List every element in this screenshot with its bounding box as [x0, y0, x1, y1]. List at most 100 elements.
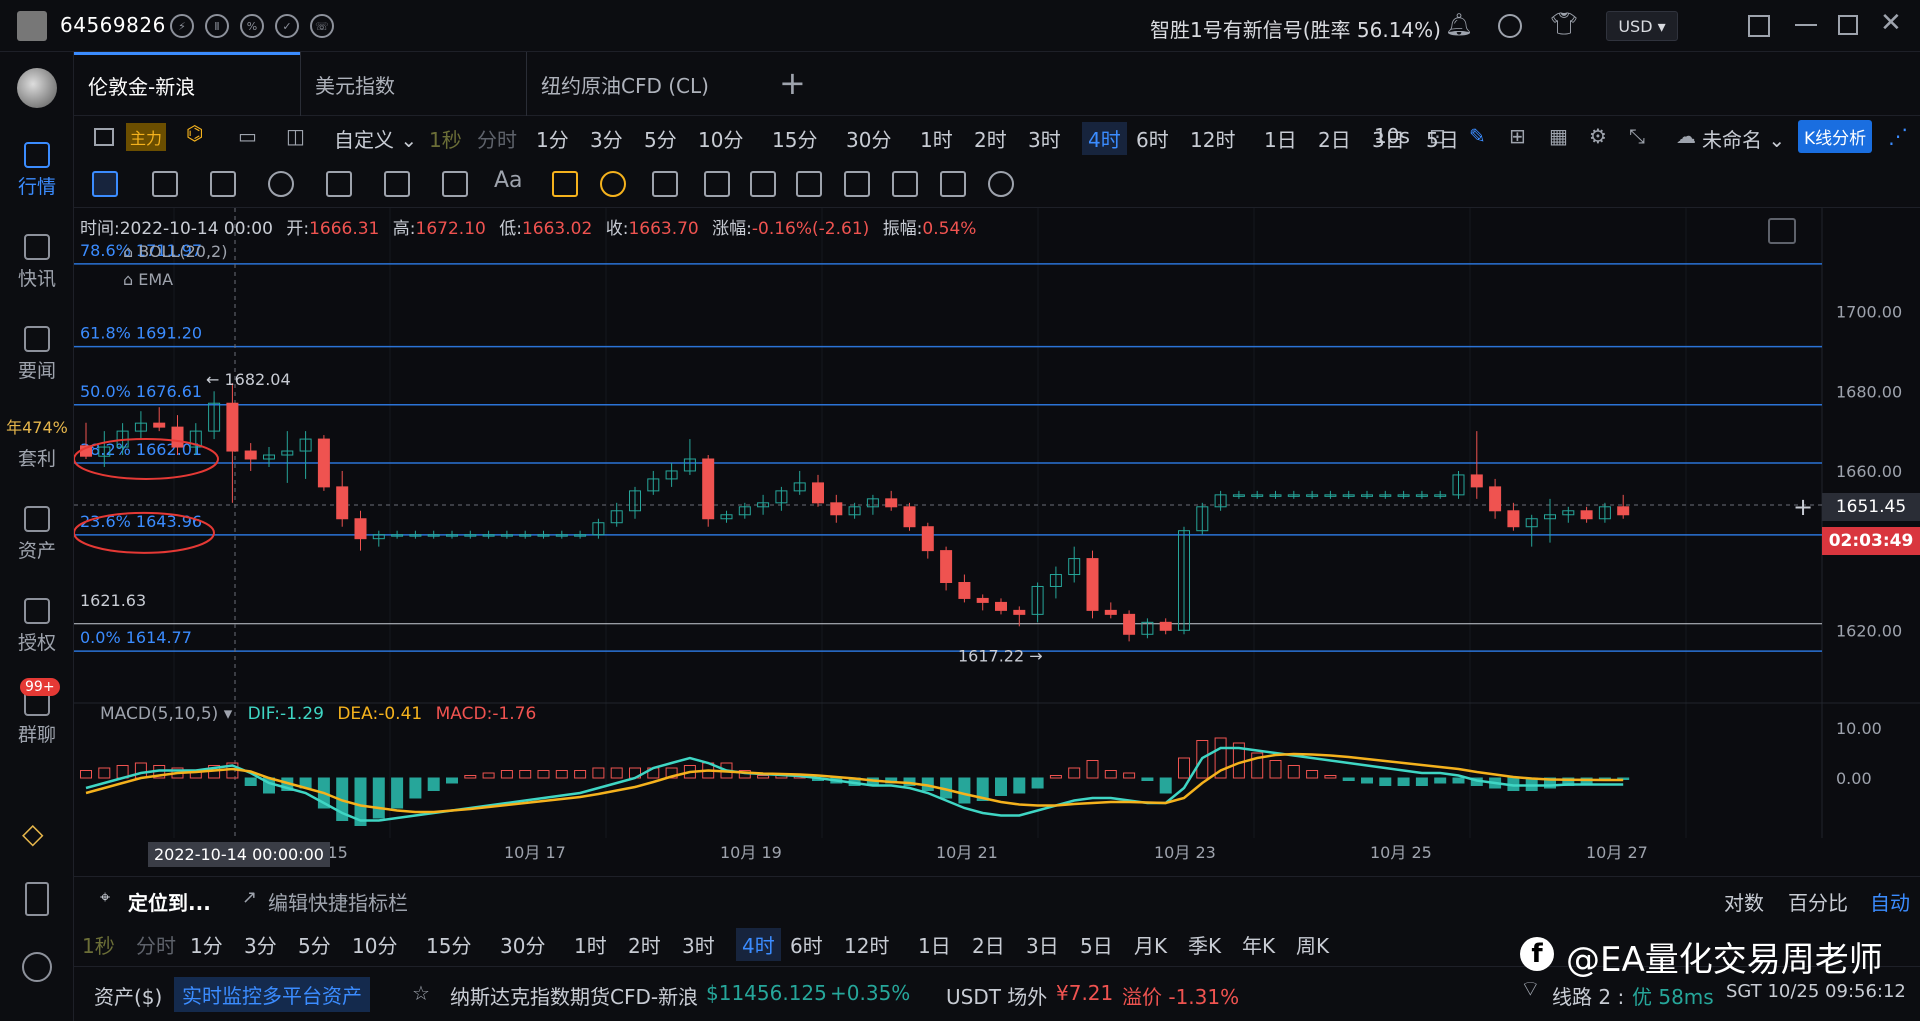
kline-analysis-button[interactable]: K线分析 [1798, 120, 1873, 153]
timeframe-0[interactable]: 1分 [536, 124, 569, 153]
briefcase-icon[interactable]: ▭ [238, 124, 257, 148]
ellipse-tool-icon[interactable] [268, 171, 294, 197]
lock-tool-icon[interactable] [796, 171, 822, 197]
timeframe-3[interactable]: 10分 [698, 124, 743, 153]
candles-tool-icon[interactable] [750, 171, 776, 197]
check-icon[interactable]: ✓ [275, 14, 299, 38]
shirt-icon[interactable]: 👕︎ [1550, 12, 1578, 37]
log-scale-toggle[interactable]: 对数 [1724, 887, 1764, 916]
brush-tool-icon[interactable] [704, 171, 730, 197]
bottom-timeframe-16[interactable]: 3日 [1026, 930, 1059, 959]
timeframe-7[interactable]: 2时 [974, 124, 1007, 153]
timeframe-9[interactable]: 4时 [1082, 122, 1127, 155]
chart-type-icon[interactable] [94, 128, 114, 146]
bottom-timeframe-20[interactable]: 年K [1242, 930, 1275, 959]
fullscreen-icon[interactable]: ⤡ [1629, 124, 1645, 148]
measure-tool-icon[interactable] [442, 171, 468, 197]
bottom-timeframe-12[interactable]: 6时 [790, 930, 823, 959]
tab-london-gold[interactable]: 伦敦金-新浪 [74, 52, 300, 116]
bottom-timeframe-7[interactable]: 30分 [500, 930, 545, 959]
tf-tick[interactable]: 分时 [477, 124, 517, 153]
cloud-icon[interactable]: ☁ [1676, 124, 1696, 148]
panels-icon[interactable]: ◫ [286, 124, 305, 148]
ruler-tool-icon[interactable] [152, 171, 178, 197]
copy-tool-icon[interactable] [844, 171, 870, 197]
measure-ruler-icon[interactable] [652, 171, 678, 197]
timeframe-1[interactable]: 3分 [590, 124, 623, 153]
timeframe-14[interactable]: 3日 [1372, 124, 1405, 153]
bottom-timeframe-11[interactable]: 4时 [736, 928, 781, 961]
timeframe-6[interactable]: 1时 [920, 124, 953, 153]
highlight-tool-icon[interactable] [552, 171, 578, 197]
percent-scale-toggle[interactable]: 百分比 [1788, 887, 1848, 916]
layout-name-select[interactable]: 未命名 ⌄ [1702, 124, 1785, 153]
ticker-instrument[interactable]: 纳斯达克指数期货CFD-新浪 [450, 981, 698, 1010]
add-tab-icon[interactable]: + [779, 64, 806, 102]
timeframe-2[interactable]: 5分 [644, 124, 677, 153]
timeframe-4[interactable]: 15分 [772, 124, 817, 153]
edit-tool-icon[interactable] [892, 171, 918, 197]
macd-label[interactable]: MACD(5,10,5) [100, 704, 218, 724]
bolt-icon[interactable]: ⌬ [186, 121, 203, 145]
pen-icon[interactable]: ✎ [1469, 124, 1486, 148]
delete-tool-icon[interactable] [940, 171, 966, 197]
crosshair-tool-icon[interactable] [92, 171, 118, 197]
bottom-timeframe-10[interactable]: 3时 [682, 930, 715, 959]
expand-chart-icon[interactable] [1768, 218, 1796, 244]
boll-indicator[interactable]: ⌂ BOLL(20,2) [123, 242, 227, 261]
location-icon[interactable]: ⌖ [100, 887, 110, 908]
main-force-badge[interactable]: 主力 [126, 123, 167, 151]
search-icon[interactable] [1498, 14, 1522, 38]
monitor-button[interactable]: 实时监控多平台资产 [174, 977, 370, 1012]
bottom-timeframe-13[interactable]: 12时 [844, 930, 889, 959]
bottom-timeframe-6[interactable]: 15分 [426, 930, 471, 959]
custom-select[interactable]: 自定义 ⌄ [334, 124, 417, 153]
timeframe-13[interactable]: 2日 [1318, 124, 1351, 153]
bottom-timeframe-19[interactable]: 季K [1188, 930, 1221, 959]
avatar[interactable] [17, 11, 47, 41]
sidebar-item-6[interactable]: 99+ 群聊 [0, 678, 74, 747]
minimize-icon[interactable] [1795, 24, 1817, 26]
bottom-timeframe-14[interactable]: 1日 [918, 930, 951, 959]
bottom-timeframe-8[interactable]: 1时 [574, 930, 607, 959]
dropdown-icon[interactable]: ▾ [224, 704, 233, 724]
sidebar-item-1[interactable]: 快讯 [0, 234, 74, 291]
edit-icon[interactable]: ↗ [242, 887, 257, 908]
chart-svg[interactable]: 1700.001680.001660.001620.0078.6% 1711.9… [74, 208, 1920, 876]
bottom-timeframe-2[interactable]: 1分 [190, 930, 223, 959]
assets-label[interactable]: 资产($) [94, 981, 162, 1010]
calculator-icon[interactable]: ▦ [1549, 124, 1568, 148]
diamond-icon[interactable]: ◇ [22, 817, 44, 850]
text-tool-icon[interactable]: Aa [494, 168, 523, 193]
bottom-timeframe-21[interactable]: 周K [1296, 930, 1329, 959]
bell-icon[interactable]: 🔔︎ [1445, 13, 1473, 38]
add-window-icon[interactable]: ⊞ [1509, 124, 1526, 148]
layout-icon[interactable] [1748, 15, 1770, 37]
bottom-timeframe-0[interactable]: 1秒 [82, 930, 115, 959]
mobile-icon[interactable] [25, 882, 49, 916]
bottom-timeframe-4[interactable]: 5分 [298, 930, 331, 959]
fib-tool-icon[interactable] [326, 171, 352, 197]
add-alert-icon[interactable]: + [1793, 493, 1813, 521]
timeframe-8[interactable]: 3时 [1028, 124, 1061, 153]
sidebar-item-0[interactable]: 行情 [0, 142, 74, 199]
timeframe-15[interactable]: 5日 [1426, 124, 1459, 153]
tab-usd-index[interactable]: 美元指数 [300, 52, 526, 116]
close-icon[interactable]: ✕ [1880, 8, 1902, 38]
tab-crude-oil[interactable]: 纽约原油CFD (CL) [526, 52, 752, 116]
settings-gear-icon[interactable]: ⚙ [1589, 124, 1607, 148]
bottom-timeframe-9[interactable]: 2时 [628, 930, 661, 959]
line-label[interactable]: 线路 2 : [1552, 981, 1624, 1010]
bottom-timeframe-17[interactable]: 5日 [1080, 930, 1113, 959]
tf-1s[interactable]: 1秒 [429, 124, 462, 153]
timeframe-10[interactable]: 6时 [1136, 124, 1169, 153]
settings-icon[interactable] [22, 952, 52, 982]
chart-area[interactable]: 1700.00 1680.00 1660.00 1620.00 78.6% 1711.9… [74, 208, 1920, 876]
maximize-icon[interactable] [1838, 15, 1858, 35]
percent-icon[interactable]: % [240, 14, 264, 38]
ema-indicator[interactable]: ⌂ EMA [123, 270, 173, 289]
locate-button[interactable]: 定位到... [128, 887, 211, 916]
link-tool-icon[interactable] [988, 171, 1014, 197]
magnet-tool-icon[interactable] [600, 171, 626, 197]
timeframe-11[interactable]: 12时 [1190, 124, 1235, 153]
